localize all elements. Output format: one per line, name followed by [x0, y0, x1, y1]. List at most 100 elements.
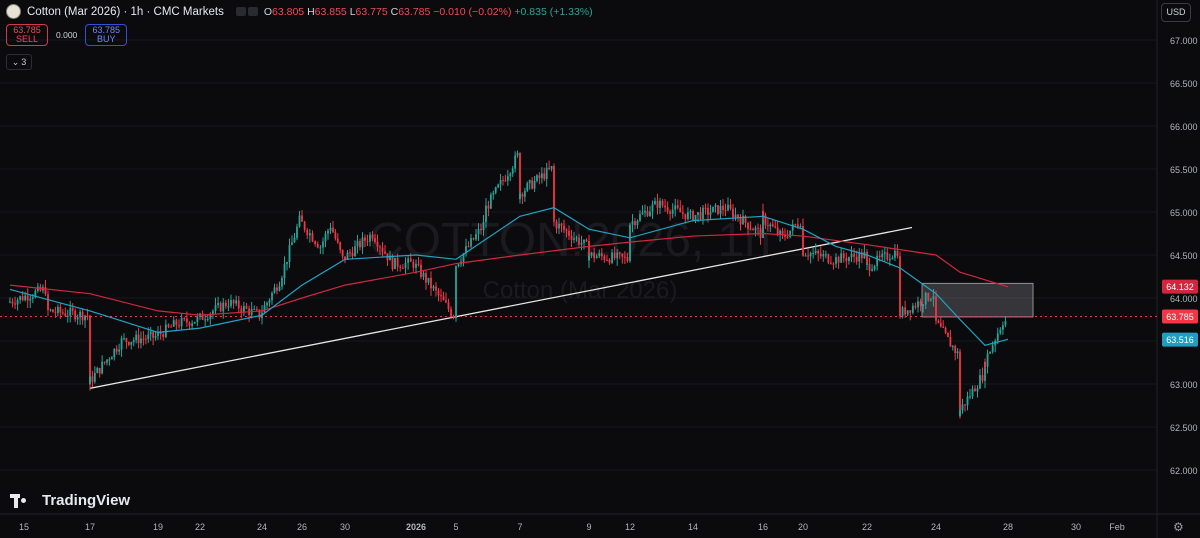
candle-body [613, 252, 616, 259]
candle-body [794, 224, 797, 226]
symbol-title[interactable]: Cotton (Mar 2026) · 1h · CMC Markets [27, 6, 224, 18]
candle-body [214, 305, 217, 311]
candle-body [407, 258, 410, 263]
candle-body [944, 327, 947, 333]
candle-body [450, 309, 452, 316]
candle-body [489, 194, 492, 209]
candle-body [118, 349, 121, 352]
candle-body [263, 305, 266, 313]
candle-body [404, 262, 407, 269]
candle-body [455, 266, 457, 272]
candle-body [540, 173, 543, 179]
candle-body [422, 273, 425, 277]
spread-value: 0.000 [56, 30, 78, 40]
candle-body [626, 256, 629, 262]
candle-body [868, 263, 871, 271]
candle-body [232, 300, 235, 304]
candle-body [932, 296, 935, 300]
candle-body [939, 322, 942, 327]
candle-body [575, 237, 578, 239]
candle-body [878, 255, 881, 258]
candle-body [425, 273, 427, 283]
x-tick-label: 24 [931, 522, 941, 532]
candle-body [391, 255, 394, 270]
sell-button[interactable]: 63.785 SELL [6, 24, 48, 46]
candle-body [255, 308, 258, 310]
candle-body [432, 286, 435, 289]
candle-body [74, 310, 77, 320]
candle-body [947, 332, 949, 337]
candle-body [235, 300, 238, 304]
candle-body [193, 321, 196, 324]
candle-body [98, 367, 101, 374]
price-chart[interactable]: 67.000 66.500 66.000 65.500 65.000 64.500 64.0… [0, 0, 1200, 538]
candle-body [906, 310, 909, 315]
candle-body [435, 286, 437, 291]
candle-body [298, 215, 301, 227]
candle-body [485, 205, 487, 214]
candle-body [528, 180, 531, 184]
candle-body [855, 256, 858, 262]
candle-body [149, 331, 152, 335]
candle-body [563, 225, 565, 230]
candle-body [316, 243, 319, 248]
candle-body [814, 250, 817, 253]
candle-body [230, 300, 232, 307]
candle-body [629, 229, 631, 262]
candle-body [971, 388, 974, 397]
candle-body [14, 303, 16, 305]
candle-body [654, 200, 656, 205]
x-tick-label: 28 [1003, 522, 1013, 532]
candle-body [523, 190, 526, 197]
cotton-logo-icon [6, 4, 21, 19]
candle-body [319, 247, 322, 249]
candle-body [93, 372, 96, 382]
candle-body [144, 338, 147, 340]
x-tick-label: 22 [195, 522, 205, 532]
candle-body [822, 254, 825, 257]
candle-body [830, 262, 832, 264]
tradingview-logo[interactable]: TradingView [10, 492, 130, 509]
price-tag-label: 63.785 [1166, 312, 1194, 322]
candle-body [54, 312, 57, 314]
candle-body [580, 243, 583, 245]
candle-body [618, 252, 621, 254]
candle-body [183, 318, 186, 320]
tradingview-wordmark: TradingView [42, 492, 131, 509]
price-tag-label: 64.132 [1166, 282, 1194, 292]
candle-body [24, 295, 27, 301]
currency-select[interactable]: USD [1161, 3, 1191, 22]
candle-body [374, 238, 376, 242]
candle-body [533, 181, 536, 189]
candle-body [914, 305, 917, 308]
candle-body [394, 257, 396, 270]
indicators-toggle[interactable]: ⌄ 3 [6, 54, 32, 70]
visibility-toggle-icon[interactable] [235, 7, 258, 16]
candle-body [837, 257, 840, 263]
candle-body [204, 319, 207, 321]
candle-body [779, 230, 782, 235]
change-readout: +0.835 (+1.33%) [514, 5, 593, 18]
candle-body [876, 255, 879, 266]
candle-body [61, 312, 64, 314]
candle-body [47, 306, 49, 310]
candle-body [237, 300, 240, 309]
candle-body [178, 325, 180, 327]
candle-body [603, 256, 606, 260]
candle-body [899, 256, 901, 313]
candle-body [206, 319, 209, 321]
buy-button[interactable]: 63.785 BUY [85, 24, 128, 46]
candle-body [927, 292, 930, 301]
candle-body [611, 252, 613, 263]
candle-body [629, 224, 631, 230]
candle-body [108, 359, 111, 361]
candle-body [929, 299, 932, 301]
candle-body [487, 205, 490, 209]
candle-body [588, 255, 590, 261]
gear-icon[interactable]: ⚙ [1173, 520, 1184, 534]
candle-body [132, 340, 135, 342]
candle-body [722, 205, 724, 211]
candle-body [681, 212, 684, 214]
buy-label: BUY [97, 34, 116, 44]
candle-body [704, 207, 707, 209]
